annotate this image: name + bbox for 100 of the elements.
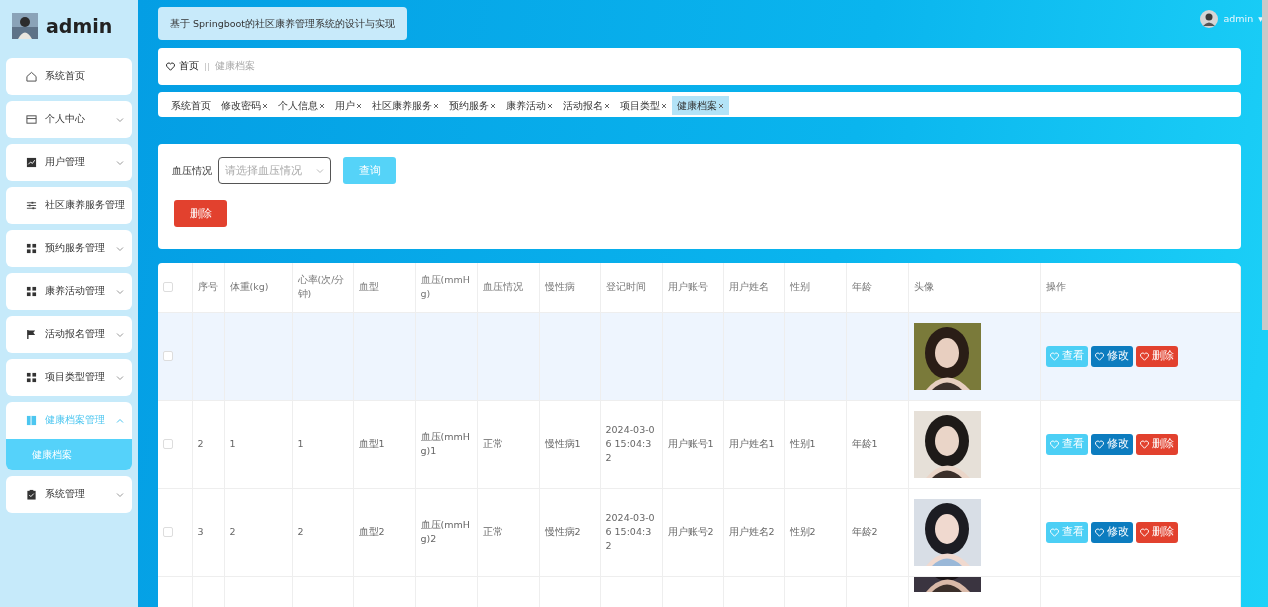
column-header: 血压情况 xyxy=(482,281,523,293)
sidebar-item[interactable]: 预约服务管理 xyxy=(6,230,132,267)
close-icon xyxy=(490,103,496,109)
heart-icon xyxy=(1139,351,1149,361)
heart-icon xyxy=(1094,439,1104,449)
tab[interactable]: 用户 xyxy=(330,96,367,115)
breadcrumb-link[interactable]: 首页 xyxy=(179,59,199,74)
column-header: 序号 xyxy=(197,281,218,293)
tab[interactable]: 健康档案 xyxy=(672,96,729,115)
checkbox[interactable] xyxy=(163,282,173,293)
column-header: 年龄 xyxy=(851,281,872,293)
sidebar-item[interactable]: 康养活动管理 xyxy=(6,273,132,310)
action-button[interactable]: 修改 xyxy=(1090,521,1133,543)
chart-icon xyxy=(26,157,37,168)
column-header: 心率(次/分钟) xyxy=(297,274,345,300)
close-icon xyxy=(262,103,268,109)
table-cell: 用户姓名1 xyxy=(728,437,775,449)
tab[interactable]: 个人信息 xyxy=(273,96,330,115)
sidebar-item[interactable]: 活动报名管理 xyxy=(6,316,132,353)
table-cell: 用户账号1 xyxy=(667,437,714,449)
sidebar-item[interactable]: 项目类型管理 xyxy=(6,359,132,396)
sidebar-item[interactable]: 系统首页 xyxy=(6,58,132,95)
table-cell: 2 xyxy=(297,525,304,537)
close-icon xyxy=(356,103,362,109)
sidebar-item[interactable]: 用户管理 xyxy=(6,144,132,181)
tab[interactable]: 康养活动 xyxy=(501,96,558,115)
close-icon xyxy=(604,103,610,109)
action-button[interactable]: 删除 xyxy=(1135,345,1178,367)
flag-icon xyxy=(26,329,37,340)
sliders-icon xyxy=(26,200,37,211)
avatar-icon xyxy=(12,13,38,39)
table-cell: 1 xyxy=(229,437,236,449)
column-header: 性别 xyxy=(789,281,810,293)
table-row[interactable]: 3 2 2 血型2 血压(mmHg)2 正常 慢性病2 2024-03-06 15:04:32 用户账号2 用户姓名2 性别2 年龄2 查看 修改 删除 xyxy=(158,488,1241,576)
tab[interactable]: 系统首页 xyxy=(166,96,216,115)
action-button[interactable]: 删除 xyxy=(1135,433,1178,455)
tab[interactable]: 修改密码 xyxy=(216,96,273,115)
checkbox[interactable] xyxy=(163,527,173,537)
heart-icon xyxy=(1049,527,1059,537)
scrollbar-thumb[interactable] xyxy=(1262,0,1268,330)
column-header: 头像 xyxy=(913,281,934,293)
close-icon xyxy=(547,103,553,109)
tab[interactable]: 项目类型 xyxy=(615,96,672,115)
action-button[interactable]: 修改 xyxy=(1090,345,1133,367)
action-button[interactable]: 修改 xyxy=(1090,433,1133,455)
table-cell: 1 xyxy=(297,437,304,449)
sidebar-item[interactable]: 系统管理 xyxy=(6,476,132,513)
sidebar-item[interactable]: 个人中心 xyxy=(6,101,132,138)
checkbox[interactable] xyxy=(163,439,173,449)
column-header: 血压(mmHg) xyxy=(420,274,470,300)
column-header: 操作 xyxy=(1045,281,1066,293)
sidebar-item[interactable]: 社区康养服务管理 xyxy=(6,187,132,224)
table-cell: 3 xyxy=(197,525,204,537)
heart-icon xyxy=(1094,527,1104,537)
table-cell: 血压(mmHg)2 xyxy=(420,518,470,544)
grid-icon xyxy=(26,243,37,254)
table-cell: 血型1 xyxy=(358,437,385,449)
column-header: 慢性病 xyxy=(544,281,575,293)
chevron-down-icon xyxy=(116,373,124,382)
grid-icon xyxy=(26,372,37,383)
action-button[interactable]: 删除 xyxy=(1135,521,1178,543)
system-title: 基于 Springboot的社区康养管理系统的设计与实现 xyxy=(158,7,408,40)
book-icon xyxy=(26,415,37,426)
wallet-icon xyxy=(26,114,37,125)
column-header: 用户账号 xyxy=(667,281,708,293)
column-header: 用户姓名 xyxy=(728,281,769,293)
heart-icon xyxy=(166,62,175,71)
table-cell: 血型2 xyxy=(358,525,385,537)
grid-icon xyxy=(26,286,37,297)
table-cell: 正常 xyxy=(482,525,503,537)
table-cell: 年龄1 xyxy=(851,437,878,449)
tab[interactable]: 预约服务 xyxy=(444,96,501,115)
chevron-down-icon xyxy=(116,287,124,296)
breadcrumb-separator-icon xyxy=(205,62,209,71)
table-cell: 年龄2 xyxy=(851,525,878,537)
table-cell: 血压(mmHg)1 xyxy=(420,430,470,456)
chevron-down-icon xyxy=(116,490,124,499)
chevron-down-icon xyxy=(116,330,124,339)
chevron-down-icon xyxy=(116,158,124,167)
table-cell: 性别1 xyxy=(789,437,816,449)
table-cell: 2024-03-06 15:04:32 xyxy=(605,423,655,464)
close-icon xyxy=(319,103,325,109)
column-header: 登记时间 xyxy=(605,281,646,293)
brand-name: admin xyxy=(46,13,113,39)
table-cell: 性别2 xyxy=(789,525,816,537)
tab[interactable]: 社区康养服务 xyxy=(367,96,444,115)
heart-icon xyxy=(1094,351,1104,361)
user-avatar-icon xyxy=(1200,10,1219,28)
tab[interactable]: 活动报名 xyxy=(558,96,615,115)
table-cell: 用户姓名2 xyxy=(728,525,775,537)
home-icon xyxy=(26,71,37,82)
checkbox[interactable] xyxy=(163,351,173,361)
filter-label: 血压情况 xyxy=(172,164,212,178)
table-row[interactable]: 查看 修改 删除 xyxy=(158,312,1241,400)
heart-icon xyxy=(1049,439,1059,449)
table-row[interactable]: 2 1 1 血型1 血压(mmHg)1 正常 慢性病1 2024-03-06 15:04:32 用户账号1 用户姓名1 性别1 年龄1 查看 修改 删除 xyxy=(158,400,1241,488)
delete-button[interactable]: 删除 xyxy=(174,200,227,227)
table-cell: 正常 xyxy=(482,437,503,449)
table-cell: 慢性病1 xyxy=(544,437,581,449)
chevron-down-icon xyxy=(316,166,324,175)
